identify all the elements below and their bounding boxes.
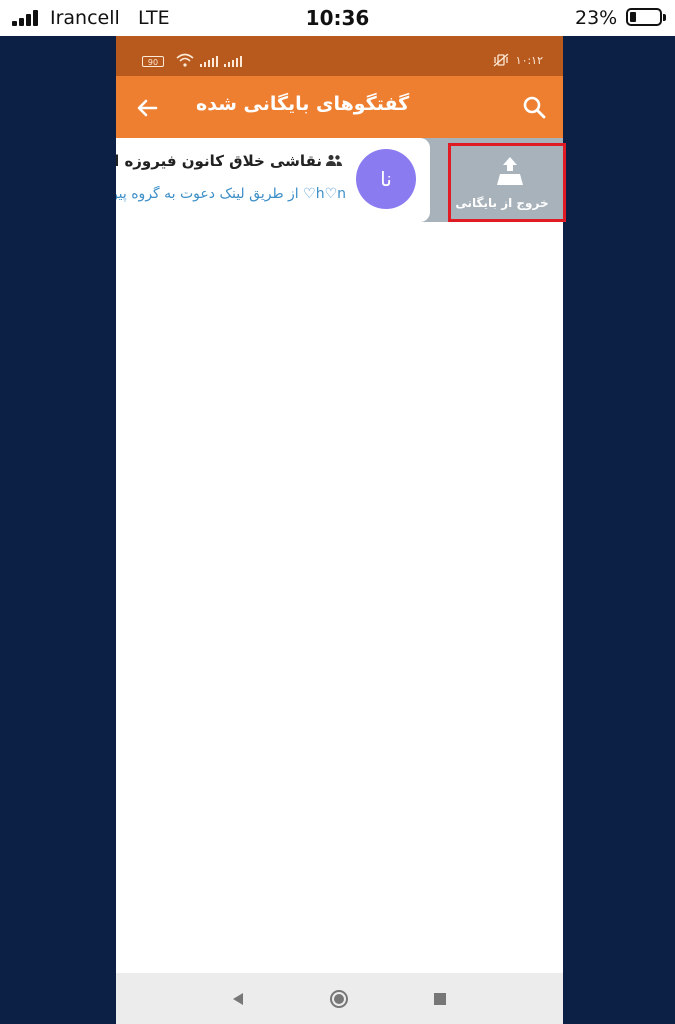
archived-chats-toolbar: گفتگوهای بایگانی شده: [116, 76, 563, 138]
ios-status-bar: Irancell LTE 10:36 23%: [0, 0, 675, 36]
page-title: گفتگوهای بایگانی شده: [196, 93, 410, 115]
unarchive-button[interactable]: خروج از بایگانی: [446, 142, 563, 222]
vibrate-off-icon: [493, 53, 509, 67]
recents-square-icon[interactable]: [430, 989, 450, 1009]
chat-last-message: h♡n♡ از طریق لینک دعوت به گروه پیوست: [116, 186, 346, 202]
chat-name-text: نقاشی خلاق کانون فیروزه ایران: [116, 152, 322, 170]
unarchive-label: خروج از بایگانی: [455, 196, 549, 210]
battery-icon: [626, 8, 666, 26]
swiped-chat-row[interactable]: نا نقاشی خلاق کانون فیروزه ایران h♡n♡ از…: [116, 138, 563, 222]
battery-percent: 23%: [575, 7, 618, 29]
signal-icon-sim2: [224, 56, 242, 67]
group-icon: [326, 155, 342, 166]
android-screen: 90 ۱۰:۱۲ گفتگوهای بایگانی شده نا نقاشی خ…: [116, 36, 563, 1024]
avatar: نا: [356, 149, 416, 209]
android-status-bar: 90 ۱۰:۱۲: [116, 36, 563, 76]
chat-list-item[interactable]: نا نقاشی خلاق کانون فیروزه ایران h♡n♡ از…: [116, 138, 430, 222]
back-triangle-icon[interactable]: [228, 989, 248, 1009]
home-circle-icon[interactable]: [329, 989, 349, 1009]
signal-icon-sim1: [200, 56, 218, 67]
arrow-left-icon[interactable]: [134, 94, 162, 122]
android-clock: ۱۰:۱۲: [515, 54, 543, 67]
chat-name: نقاشی خلاق کانون فیروزه ایران: [116, 152, 342, 170]
search-icon[interactable]: [520, 93, 548, 121]
unarchive-icon: [497, 157, 523, 185]
wifi-icon: [176, 53, 194, 67]
android-battery-icon: 90: [142, 56, 164, 67]
android-navigation-bar: [116, 973, 563, 1024]
ios-clock: 10:36: [305, 6, 370, 30]
